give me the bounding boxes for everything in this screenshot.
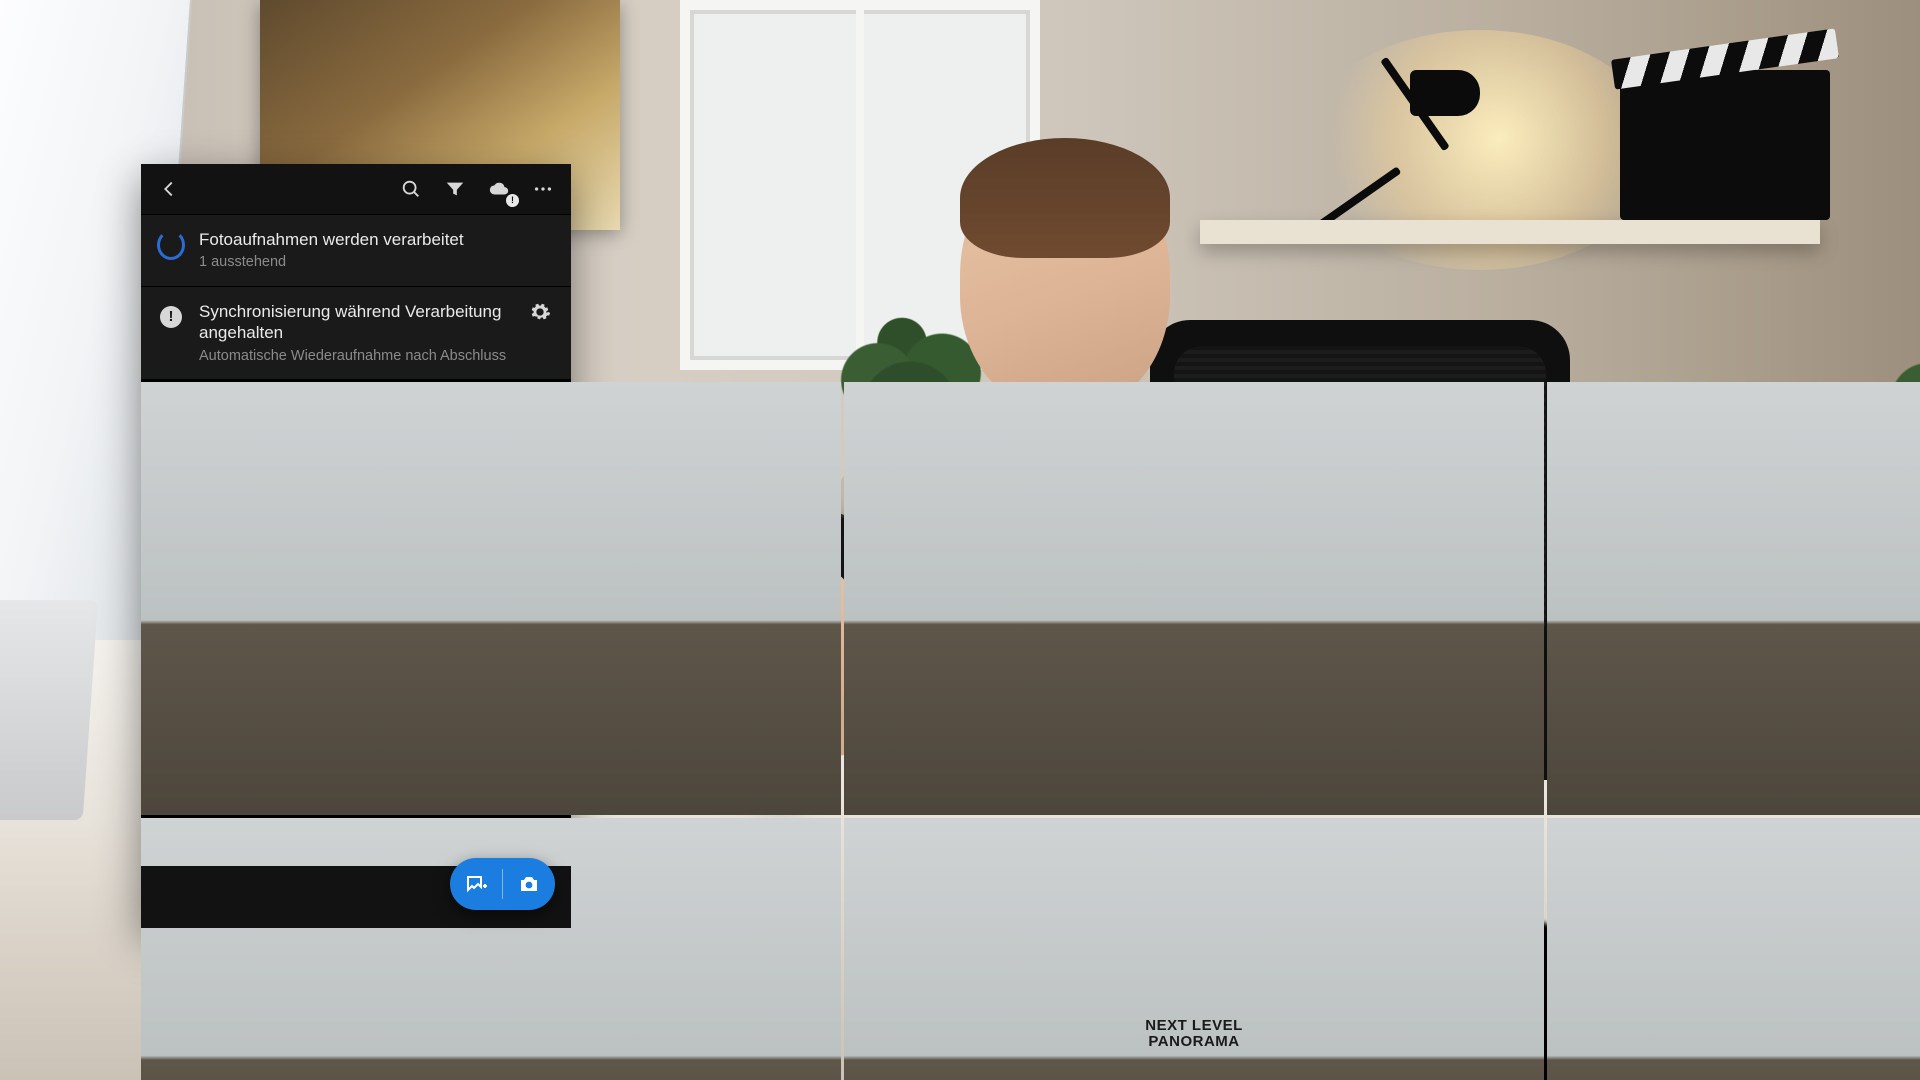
- sync-settings-button[interactable]: [525, 301, 555, 329]
- phone-screen-overlay: ! Fotoaufnahmen werden verarbeitet 1 aus…: [141, 164, 571, 928]
- import-photos-button[interactable]: [450, 858, 502, 910]
- thumbnail[interactable]: [141, 818, 841, 1080]
- thumbnail[interactable]: [1547, 382, 1920, 814]
- film-clapperboard: [1620, 70, 1830, 220]
- camera-icon: [517, 872, 541, 896]
- sync-paused-title: Synchronisierung während Verarbeitung an…: [199, 301, 511, 344]
- thumbnail[interactable]: [1547, 818, 1920, 1080]
- filter-button[interactable]: [433, 167, 477, 211]
- sync-paused-row[interactable]: ! Synchronisierung während Verarbeitung …: [141, 286, 571, 379]
- search-button[interactable]: [389, 167, 433, 211]
- sync-paused-subtitle: Automatische Wiederaufnahme nach Abschlu…: [199, 347, 511, 366]
- image-plus-icon: [464, 872, 488, 896]
- funnel-icon: [444, 178, 466, 200]
- back-button[interactable]: [147, 167, 191, 211]
- gear-icon: [529, 301, 551, 323]
- app-topbar: !: [141, 164, 571, 214]
- cloud-badge-icon: !: [506, 194, 519, 207]
- open-camera-button[interactable]: [503, 858, 555, 910]
- thumbnail[interactable]: [844, 382, 1544, 814]
- status-panel: Fotoaufnahmen werden verarbeitet 1 ausst…: [141, 214, 571, 379]
- processing-subtitle: 1 ausstehend: [199, 253, 555, 272]
- more-button[interactable]: [521, 167, 565, 211]
- photo-grid[interactable]: NEXT LEVEL PANORAMA ✓: [141, 379, 571, 1080]
- spinner-icon: [157, 230, 185, 260]
- search-icon: [400, 178, 422, 200]
- thumbnail-panorama-title[interactable]: NEXT LEVEL PANORAMA: [844, 818, 1544, 1080]
- panorama-label: NEXT LEVEL PANORAMA: [844, 818, 1544, 1080]
- add-photos-fab[interactable]: [450, 858, 555, 910]
- more-horizontal-icon: [532, 178, 554, 200]
- processing-title: Fotoaufnahmen werden verarbeitet: [199, 229, 555, 250]
- chevron-left-icon: [158, 178, 180, 200]
- alert-icon: !: [160, 306, 182, 328]
- cloud-sync-button[interactable]: !: [477, 167, 521, 211]
- processing-row[interactable]: Fotoaufnahmen werden verarbeitet 1 ausst…: [141, 215, 571, 286]
- video-frame: ! Fotoaufnahmen werden verarbeitet 1 aus…: [0, 0, 1920, 1080]
- thumbnail[interactable]: [141, 382, 841, 814]
